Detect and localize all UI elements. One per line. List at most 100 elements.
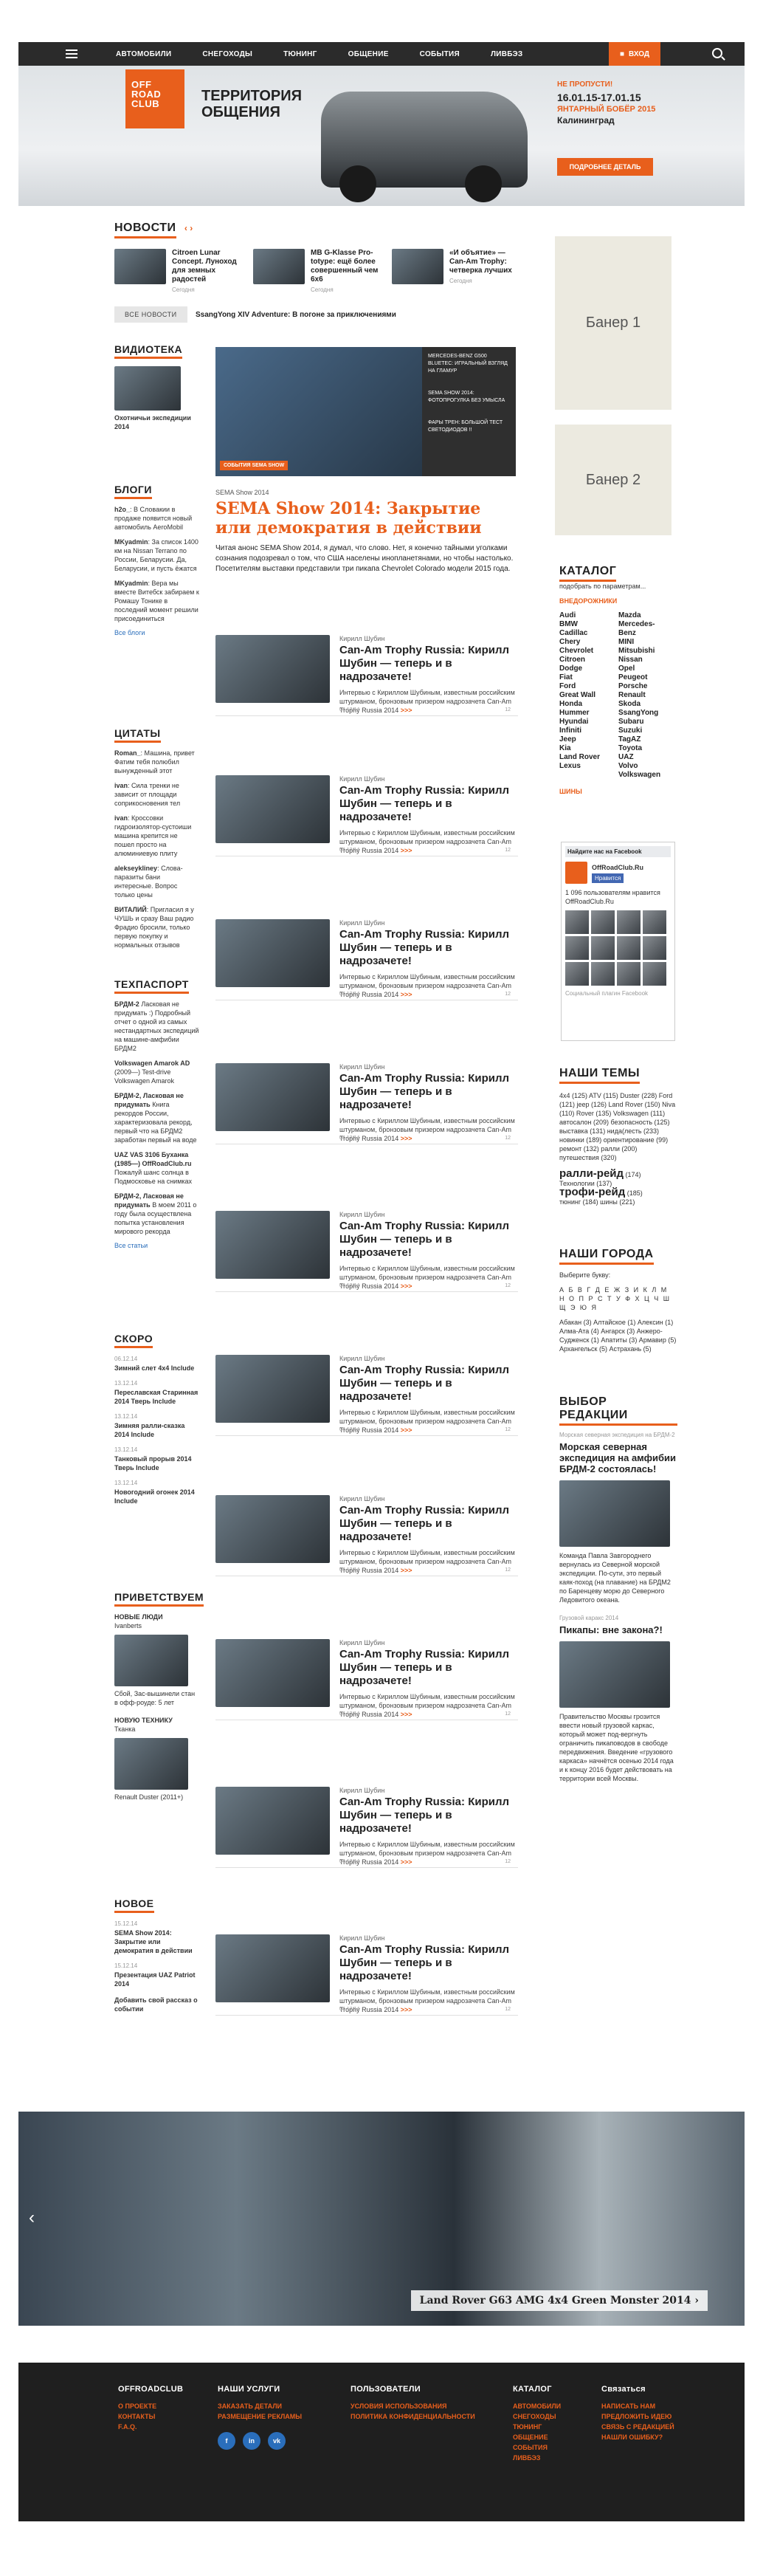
main-article-title[interactable]: SEMA Show 2014: Закрытие или демократия … xyxy=(215,499,518,537)
post-thumb[interactable] xyxy=(215,919,330,987)
post-thumb[interactable] xyxy=(215,1211,330,1279)
login-button[interactable]: ■ ВХОД xyxy=(609,42,660,66)
brand-link[interactable]: Lexus xyxy=(559,762,611,771)
brand-link[interactable]: Fiat xyxy=(559,673,611,682)
brand-link[interactable]: Ford xyxy=(559,682,611,691)
brand-link[interactable]: Honda xyxy=(559,700,611,709)
news-arrows-icon[interactable]: ‹ › xyxy=(184,223,193,233)
nav-item-cars[interactable]: АВТОМОБИЛИ xyxy=(116,50,171,58)
brand-link[interactable]: Subaru xyxy=(618,718,670,727)
all-articles-link[interactable]: Все статьи xyxy=(114,1242,199,1249)
post-thumb[interactable] xyxy=(215,1063,330,1131)
news-item[interactable]: MB G-Klasse Pro-totype: ещё более соверш… xyxy=(253,249,379,293)
post-thumb[interactable] xyxy=(215,1639,330,1707)
post-thumb[interactable] xyxy=(215,1355,330,1423)
brand-link[interactable]: Land Rover xyxy=(559,753,611,762)
photo-gallery[interactable]: ‹ Land Rover G63 AMG 4x4 Green Monster 2… xyxy=(18,2112,745,2326)
brand-link[interactable]: MINI xyxy=(618,638,670,647)
all-blogs-link[interactable]: Все блоги xyxy=(114,629,199,636)
hero-details-button[interactable]: ПОДРОБНЕЕ ДЕТАЛЬ xyxy=(557,158,653,176)
add-story-link[interactable]: Добавить свой рассказ о событии xyxy=(114,1996,199,2013)
brand-link[interactable]: Skoda xyxy=(618,700,670,709)
brand-link[interactable]: Jeep xyxy=(559,735,611,744)
news-item[interactable]: «И объятие» — Can-Am Trophy: четверка лу… xyxy=(392,249,517,293)
nav-item-faq[interactable]: ЛИВБЭЗ xyxy=(491,50,522,58)
new-vehicle-photo[interactable] xyxy=(114,1738,188,1790)
post-title[interactable]: Can-Am Trophy Russia: Кирилл Шубин — теп… xyxy=(339,1943,520,1983)
brand-link[interactable]: Audi xyxy=(559,611,611,620)
post-card[interactable]: Кирилл Шубин Can-Am Trophy Russia: Кирилл… xyxy=(215,1787,518,1868)
brand-link[interactable]: Chery xyxy=(559,638,611,647)
brand-link[interactable]: Toyota xyxy=(618,744,670,753)
nav-item-snowmobiles[interactable]: СНЕГОХОДЫ xyxy=(202,50,252,58)
post-comments: 12 xyxy=(505,848,511,853)
post-date: 04.12.14 xyxy=(339,1136,360,1141)
brand-link[interactable]: Volvo xyxy=(618,762,670,771)
post-thumb[interactable] xyxy=(215,1787,330,1855)
post-title[interactable]: Can-Am Trophy Russia: Кирилл Шубин — теп… xyxy=(339,644,520,684)
search-icon[interactable] xyxy=(712,48,722,58)
nav-item-community[interactable]: ОБЩЕНИЕ xyxy=(348,50,389,58)
brand-link[interactable]: Dodge xyxy=(559,664,611,673)
nav-item-tuning[interactable]: ТЮНИНГ xyxy=(283,50,317,58)
post-card[interactable]: Кирилл Шубин Can-Am Trophy Russia: Кирилл… xyxy=(215,635,518,716)
post-title[interactable]: Can-Am Trophy Russia: Кирилл Шубин — теп… xyxy=(339,1648,520,1688)
post-title[interactable]: Can-Am Trophy Russia: Кирилл Шубин — теп… xyxy=(339,1504,520,1544)
brand-link[interactable]: Mitsubishi xyxy=(618,647,670,656)
site-logo[interactable]: OFF ROAD CLUB xyxy=(125,69,184,128)
banner-1[interactable]: Банер 1 xyxy=(555,236,671,410)
new-user-photo[interactable] xyxy=(114,1635,188,1686)
news-ticker[interactable]: SsangYong XIV Adventure: В погоне за при… xyxy=(196,311,396,319)
post-thumb[interactable] xyxy=(215,1495,330,1563)
vk-icon[interactable]: vk xyxy=(268,2432,286,2450)
brand-link[interactable]: UAZ xyxy=(618,753,670,762)
brand-link[interactable]: Nissan xyxy=(618,656,670,664)
post-card[interactable]: Кирилл Шубин Can-Am Trophy Russia: Кирилл… xyxy=(215,1211,518,1292)
brand-link[interactable]: BMW xyxy=(559,620,611,629)
brand-link[interactable]: Citroen xyxy=(559,656,611,664)
nav-item-events[interactable]: СОБЫТИЯ xyxy=(420,50,460,58)
post-card[interactable]: Кирилл Шубин Can-Am Trophy Russia: Кирилл… xyxy=(215,775,518,856)
post-title[interactable]: Can-Am Trophy Russia: Кирилл Шубин — теп… xyxy=(339,1364,520,1404)
post-thumb[interactable] xyxy=(215,1934,330,2002)
all-news-button[interactable]: ВСЕ НОВОСТИ xyxy=(114,306,187,323)
facebook-icon[interactable]: f xyxy=(218,2432,235,2450)
feature-gallery[interactable]: СОБЫТИЯ SEMA SHOW MERCEDES-BENZ G500 BLU… xyxy=(215,347,516,476)
brand-link[interactable]: Renault xyxy=(618,691,670,700)
post-card[interactable]: Кирилл Шубин Can-Am Trophy Russia: Кирилл… xyxy=(215,919,518,1000)
post-title[interactable]: Can-Am Trophy Russia: Кирилл Шубин — теп… xyxy=(339,1220,520,1260)
post-card[interactable]: Кирилл Шубин Can-Am Trophy Russia: Кирилл… xyxy=(215,1355,518,1436)
banner-2[interactable]: Банер 2 xyxy=(555,425,671,535)
brand-link[interactable]: Peugeot xyxy=(618,673,670,682)
post-thumb[interactable] xyxy=(215,775,330,843)
post-thumb[interactable] xyxy=(215,635,330,703)
post-card[interactable]: Кирилл Шубин Can-Am Trophy Russia: Кирилл… xyxy=(215,1495,518,1576)
brand-link[interactable]: Hummer xyxy=(559,709,611,718)
post-title[interactable]: Can-Am Trophy Russia: Кирилл Шубин — теп… xyxy=(339,1072,520,1112)
brand-link[interactable]: Kia xyxy=(559,744,611,753)
menu-icon[interactable] xyxy=(57,42,86,66)
brand-link[interactable]: Porsche xyxy=(618,682,670,691)
brand-link[interactable]: TagAZ xyxy=(618,735,670,744)
video-thumb[interactable] xyxy=(114,366,181,411)
post-title[interactable]: Can-Am Trophy Russia: Кирилл Шубин — теп… xyxy=(339,1796,520,1835)
post-title[interactable]: Can-Am Trophy Russia: Кирилл Шубин — теп… xyxy=(339,784,520,824)
brand-link[interactable]: Mazda xyxy=(618,611,670,620)
brand-link[interactable]: Opel xyxy=(618,664,670,673)
brand-link[interactable]: Volkswagen xyxy=(618,771,670,780)
brand-link[interactable]: Great Wall xyxy=(559,691,611,700)
gallery-prev-icon[interactable]: ‹ xyxy=(29,2208,35,2228)
post-card[interactable]: Кирилл Шубин Can-Am Trophy Russia: Кирилл… xyxy=(215,1063,518,1144)
brand-link[interactable]: Mercedes-Benz xyxy=(618,620,670,638)
news-item[interactable]: Citroen Lunar Concept. Луноход для земны… xyxy=(114,249,240,293)
post-title[interactable]: Can-Am Trophy Russia: Кирилл Шубин — теп… xyxy=(339,928,520,968)
post-card[interactable]: Кирилл Шубин Can-Am Trophy Russia: Кирилл… xyxy=(215,1639,518,1720)
brand-link[interactable]: SsangYong xyxy=(618,709,670,718)
brand-link[interactable]: Cadillac xyxy=(559,629,611,638)
brand-link[interactable]: Suzuki xyxy=(618,727,670,735)
brand-link[interactable]: Infiniti xyxy=(559,727,611,735)
linkedin-icon[interactable]: in xyxy=(243,2432,260,2450)
brand-link[interactable]: Chevrolet xyxy=(559,647,611,656)
brand-link[interactable]: Hyundai xyxy=(559,718,611,727)
post-card[interactable]: Кирилл Шубин Can-Am Trophy Russia: Кирилл… xyxy=(215,1934,518,2016)
